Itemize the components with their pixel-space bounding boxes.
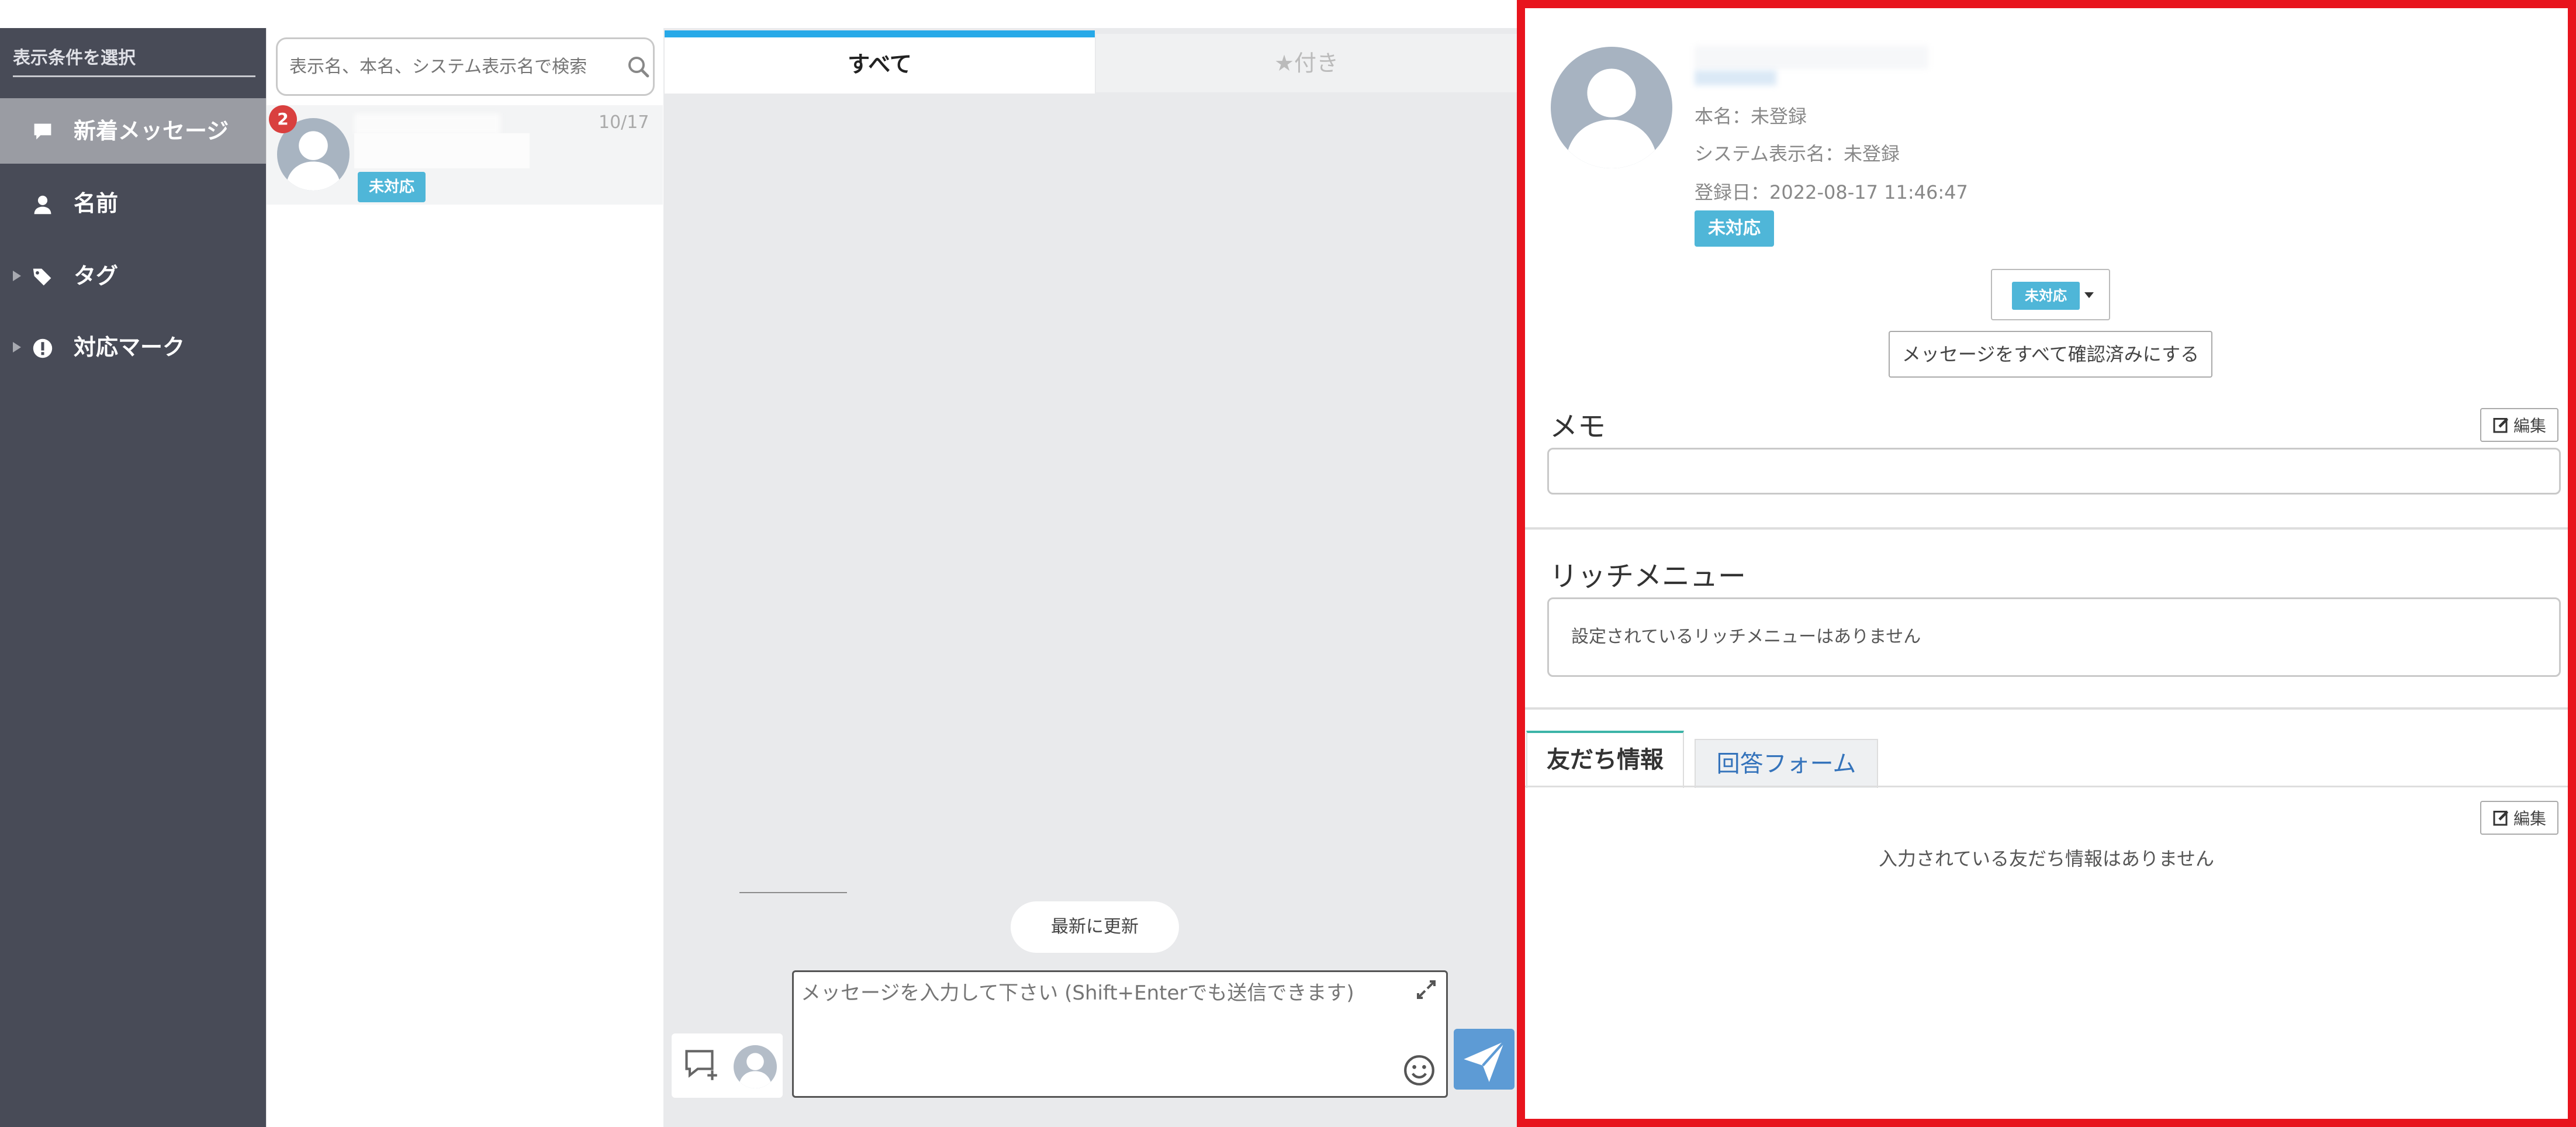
rich-menu-title: リッチメニュー xyxy=(1550,560,1747,593)
message-input[interactable] xyxy=(801,977,1397,1088)
sidebar-item-label: 新着メッセージ xyxy=(74,118,229,144)
send-icon xyxy=(1464,1040,1506,1082)
registered-date: 登録日：2022-08-17 11:46:47 xyxy=(1695,181,1968,203)
add-message-icon[interactable] xyxy=(683,1048,722,1084)
status-dropdown-value: 未対応 xyxy=(2012,282,2080,310)
status-dropdown[interactable]: 未対応 xyxy=(1991,269,2110,320)
divider xyxy=(739,892,847,893)
customer-detail-panel: 本名：未登録 システム表示名：未登録 登録日：2022-08-17 11:46:… xyxy=(1517,0,2576,1127)
refresh-button[interactable]: 最新に更新 xyxy=(1011,901,1179,953)
edit-label: 編集 xyxy=(2513,809,2546,828)
rich-menu-box: 設定されているリッチメニューはありません xyxy=(1547,597,2561,677)
composer-tools xyxy=(672,1033,783,1098)
mark-all-read-button[interactable]: メッセージをすべて確認済みにする xyxy=(1889,331,2212,378)
friend-info-edit-button[interactable]: 編集 xyxy=(2480,801,2558,835)
person-silhouette-icon xyxy=(1565,68,1658,168)
memo-edit-button[interactable]: 編集 xyxy=(2480,408,2558,442)
expand-triangle-icon xyxy=(13,271,21,281)
divider xyxy=(1525,707,2568,710)
blurred-preview xyxy=(354,133,530,168)
sidebar-item-response-mark[interactable]: 対応マーク xyxy=(0,314,266,380)
exclamation-icon xyxy=(33,338,53,358)
message-composer xyxy=(792,970,1448,1098)
expand-triangle-icon xyxy=(13,342,21,352)
memo-title: メモ xyxy=(1550,410,1606,443)
tab-starred[interactable]: ★付き xyxy=(1096,34,1517,92)
tag-icon xyxy=(33,268,51,286)
search-input[interactable] xyxy=(289,39,617,94)
sender-avatar[interactable] xyxy=(734,1045,777,1088)
friend-info-empty: 入力されている友だち情報はありません xyxy=(1878,848,2215,870)
tab-all[interactable]: すべて xyxy=(665,30,1095,94)
sidebar-item-new-messages[interactable]: 新着メッセージ xyxy=(0,98,266,164)
divider xyxy=(1525,527,2568,530)
status-badge: 未対応 xyxy=(1695,210,1774,247)
real-name: 本名：未登録 xyxy=(1695,105,1807,127)
person-silhouette-icon xyxy=(738,1053,772,1088)
search-icon[interactable] xyxy=(627,56,651,79)
edit-icon xyxy=(2493,810,2509,826)
memo-field[interactable] xyxy=(1547,448,2561,495)
blurred-name xyxy=(354,113,500,134)
unread-count-badge: 2 xyxy=(269,105,297,133)
sidebar: 表示条件を選択 新着メッセージ 名前 タグ 対応マーク xyxy=(0,28,266,1127)
sidebar-header: 表示条件を選択 xyxy=(13,46,255,77)
caret-down-icon xyxy=(2084,292,2094,298)
edit-label: 編集 xyxy=(2513,416,2546,435)
tab-answer-form[interactable]: 回答フォーム xyxy=(1695,739,1878,788)
blurred-display-name xyxy=(1695,46,1928,69)
sidebar-item-label: タグ xyxy=(74,263,119,289)
search-box xyxy=(276,37,655,96)
status-badge: 未対応 xyxy=(358,172,426,202)
system-name: システム表示名：未登録 xyxy=(1695,143,1900,165)
tab-underline xyxy=(1525,786,2568,787)
profile-avatar xyxy=(1551,47,1672,168)
send-button[interactable] xyxy=(1454,1029,1515,1090)
sidebar-item-label: 名前 xyxy=(74,191,119,216)
message-area xyxy=(663,94,1517,889)
person-icon xyxy=(34,195,51,215)
sidebar-item-tag[interactable]: タグ xyxy=(0,243,266,309)
expand-icon[interactable] xyxy=(1415,978,1438,1001)
edit-icon xyxy=(2493,417,2509,433)
speech-bubble-icon xyxy=(34,123,51,140)
chat-panel: すべて ★付き 最新に更新 xyxy=(663,28,1517,1127)
conversation-list-panel: 2 10/17 未対応 xyxy=(266,28,663,1127)
tab-friend-info[interactable]: 友だち情報 xyxy=(1526,731,1684,788)
emoji-icon[interactable] xyxy=(1403,1054,1436,1087)
conversation-date: 10/17 xyxy=(599,112,649,133)
sidebar-item-name[interactable]: 名前 xyxy=(0,171,266,236)
sidebar-item-label: 対応マーク xyxy=(74,334,185,360)
list-item[interactable]: 2 10/17 未対応 xyxy=(267,105,663,205)
blurred-id xyxy=(1695,70,1776,85)
